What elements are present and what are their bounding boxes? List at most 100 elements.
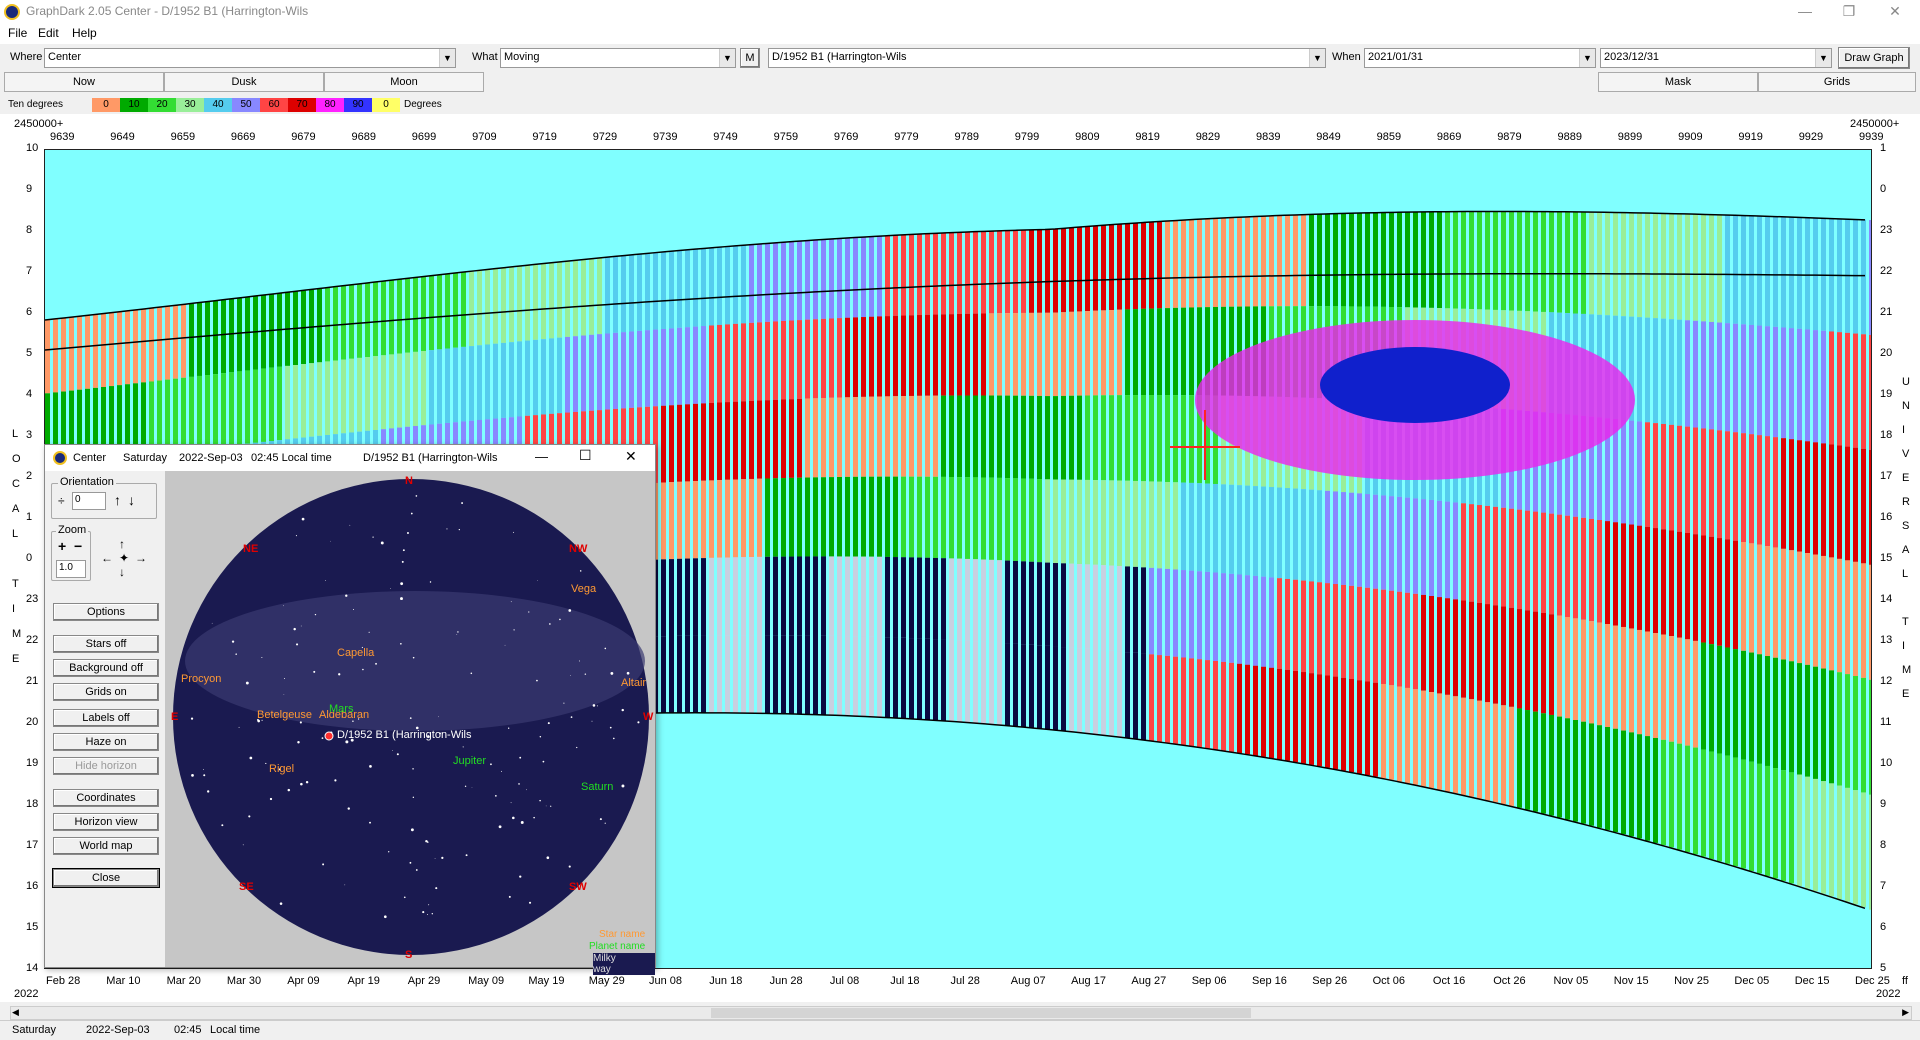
- zoom-label: Zoom: [56, 524, 89, 536]
- grids-on-button[interactable]: Grids on: [53, 683, 159, 701]
- plot-bar: [1469, 601, 1474, 700]
- star-dot: [470, 672, 473, 675]
- right-hour-tick: 10: [1880, 757, 1893, 769]
- tab-mask[interactable]: Mask: [1598, 72, 1758, 92]
- plot-bar: [797, 635, 802, 715]
- left-hour-tick: 17: [26, 839, 39, 851]
- scrollbar-thumb[interactable]: [711, 1008, 1251, 1018]
- rotate-icon[interactable]: ÷: [58, 494, 65, 508]
- sky-chart[interactable]: N NE NW E W SE SW S Vega Capella Procyon…: [165, 471, 655, 975]
- pan-up-icon[interactable]: ↑: [119, 537, 125, 551]
- scroll-left-icon[interactable]: ◀: [12, 1007, 19, 1018]
- world-map-button[interactable]: World map: [53, 837, 159, 855]
- plot-bar: [1741, 650, 1746, 760]
- plot-bar: [1069, 563, 1074, 648]
- plot-bar: [1317, 214, 1322, 307]
- plot-bar: [1733, 757, 1738, 867]
- plot-bar: [1365, 212, 1370, 307]
- plot-bar: [1469, 211, 1474, 310]
- where-select[interactable]: Center ▼: [44, 48, 456, 68]
- menu-file[interactable]: File: [8, 26, 27, 40]
- menu-edit[interactable]: Edit: [38, 26, 59, 40]
- plot-bar: [493, 268, 498, 344]
- plot-bar: [405, 278, 410, 353]
- plot-bar: [1053, 563, 1058, 647]
- background-off-button[interactable]: Background off: [53, 659, 159, 677]
- date-tick-label: Oct 16: [1432, 975, 1466, 987]
- hide-horizon-button[interactable]: Hide horizon: [53, 757, 159, 775]
- rotate-down-icon[interactable]: ↓: [128, 492, 135, 508]
- labels-off-button[interactable]: Labels off: [53, 709, 159, 727]
- pan-center-icon[interactable]: ✦: [119, 551, 129, 565]
- stars-off-button[interactable]: Stars off: [53, 635, 159, 653]
- star-dot: [402, 549, 405, 552]
- plot-bar: [733, 246, 738, 324]
- plot-bar: [1685, 639, 1690, 746]
- horizontal-scrollbar[interactable]: ◀ ▶: [10, 1006, 1912, 1020]
- close-button[interactable]: Close: [52, 868, 160, 888]
- zoom-in-icon[interactable]: +: [58, 538, 66, 554]
- plot-bar: [509, 267, 514, 343]
- zoom-out-icon[interactable]: −: [74, 538, 82, 554]
- haze-on-button[interactable]: Haze on: [53, 733, 159, 751]
- rotate-up-icon[interactable]: ↑: [114, 492, 121, 508]
- plot-bar: [1429, 211, 1434, 308]
- pan-right-icon[interactable]: →: [135, 551, 147, 565]
- plot-bar: [1037, 312, 1042, 396]
- when-end-select[interactable]: 2023/12/31 ▼: [1600, 48, 1832, 68]
- plot-bar: [837, 238, 842, 319]
- plot-bar: [709, 325, 714, 403]
- minimize-button[interactable]: —: [1782, 0, 1828, 24]
- m-button[interactable]: M: [740, 48, 760, 68]
- plot-bar: [1437, 597, 1442, 694]
- tab-grids[interactable]: Grids: [1758, 72, 1916, 92]
- horizon-view-button[interactable]: Horizon view: [53, 813, 159, 831]
- scroll-right-icon[interactable]: ▶: [1902, 1007, 1909, 1018]
- what-select[interactable]: Moving ▼: [500, 48, 736, 68]
- plot-bar: [1597, 520, 1602, 623]
- options-button[interactable]: Options: [53, 603, 159, 621]
- star-dot: [324, 579, 326, 581]
- jd-tick-label: 9829: [1195, 131, 1221, 143]
- plot-bar: [1637, 212, 1642, 318]
- star-dot: [231, 640, 235, 643]
- close-icon[interactable]: ✕: [625, 448, 637, 465]
- plot-bar: [845, 238, 850, 318]
- plot-bar: [1085, 311, 1090, 396]
- maximize-button[interactable]: ❐: [1826, 0, 1872, 24]
- plot-bar: [341, 285, 346, 360]
- plot-bar: [1461, 697, 1466, 795]
- when-start-select[interactable]: 2021/01/31 ▼: [1364, 48, 1596, 68]
- plot-bar: [421, 351, 426, 426]
- tab-now[interactable]: Now: [4, 72, 164, 92]
- star-dot: [295, 535, 298, 537]
- plot-bar: [1741, 215, 1746, 325]
- coordinates-button[interactable]: Coordinates: [53, 789, 159, 807]
- close-window-button[interactable]: ✕: [1872, 0, 1918, 24]
- tab-moon[interactable]: Moon: [324, 72, 484, 92]
- minimize-icon[interactable]: —: [535, 449, 548, 464]
- menu-help[interactable]: Help: [72, 26, 97, 40]
- tab-dusk[interactable]: Dusk: [164, 72, 324, 92]
- plot-bar: [1325, 675, 1330, 768]
- pan-left-icon[interactable]: ←: [101, 551, 113, 565]
- plot-bar: [1829, 444, 1834, 558]
- sky-view-window[interactable]: Center Saturday 2022-Sep-03 02:45 Local …: [44, 444, 656, 975]
- star-dot: [610, 671, 614, 675]
- star-dot: [407, 532, 409, 534]
- plot-bar: [1789, 550, 1794, 662]
- maximize-icon[interactable]: ☐: [579, 447, 592, 464]
- plot-bar: [53, 319, 58, 393]
- plot-bar: [1797, 440, 1802, 552]
- orientation-input[interactable]: 0: [72, 492, 106, 510]
- plot-bar: [1149, 222, 1154, 309]
- plot-bar: [589, 334, 594, 411]
- plot-bar: [1493, 506, 1498, 606]
- plot-bar: [1469, 504, 1474, 602]
- zoom-input[interactable]: 1.0: [56, 560, 86, 578]
- pan-down-icon[interactable]: ↓: [119, 565, 125, 579]
- draw-graph-button[interactable]: Draw Graph: [1838, 47, 1910, 69]
- target-marker-icon[interactable]: [324, 731, 334, 741]
- object-select[interactable]: D/1952 B1 (Harrington-Wils ▼: [768, 48, 1326, 68]
- plot-bar: [1613, 522, 1618, 626]
